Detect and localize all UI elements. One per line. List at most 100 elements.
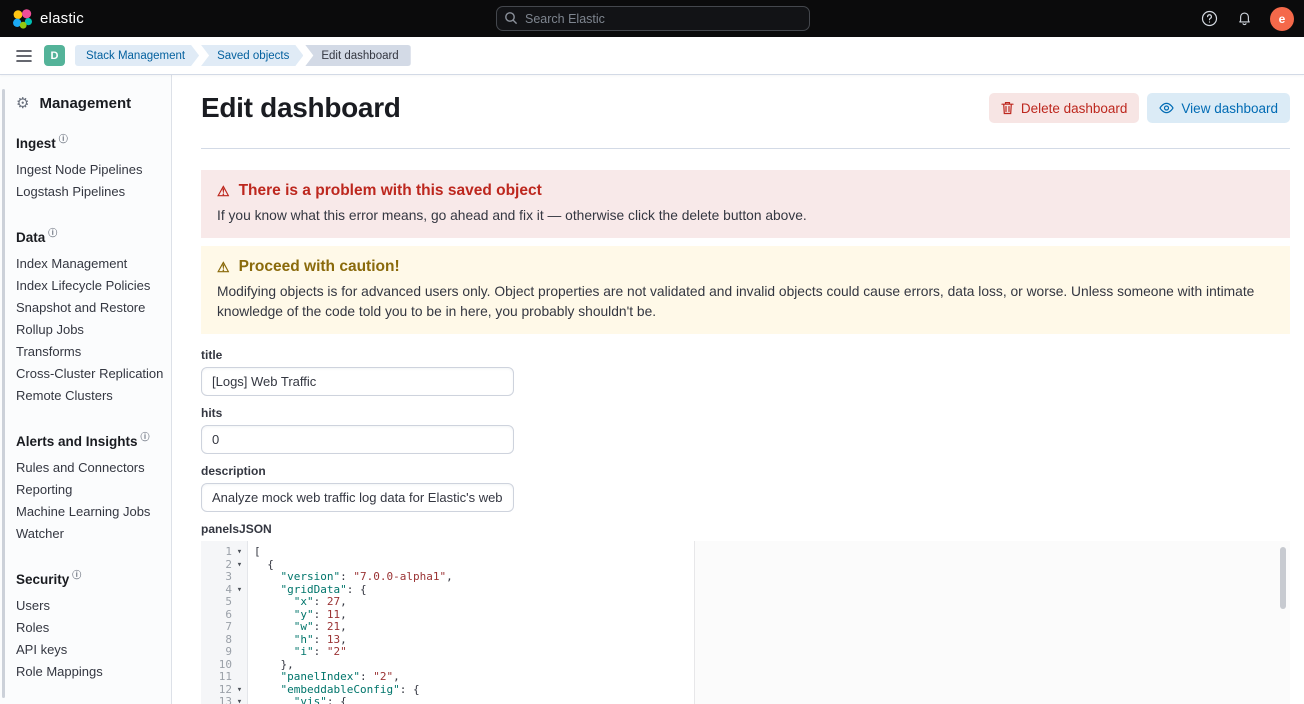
sidebar-item[interactable]: Rules and Connectors [16, 457, 155, 479]
sidebar-item[interactable]: Transforms [16, 341, 155, 363]
code-line: 13▾ "vis": { [201, 696, 1290, 704]
editor-scrollbar[interactable] [1280, 547, 1286, 609]
warning-callout: ⚠ Proceed with caution! Modifying object… [201, 246, 1290, 334]
breadcrumb-saved-objects[interactable]: Saved objects [201, 45, 303, 66]
line-number: 13 [201, 696, 232, 704]
section-info-icon: ⓘ [48, 229, 57, 238]
fold-spacer [232, 646, 247, 659]
sidebar-item[interactable]: Index Management [16, 253, 155, 275]
section-info-icon: ⓘ [72, 571, 81, 580]
code-text[interactable]: "vis": { [248, 696, 347, 704]
line-number: 1 [201, 546, 232, 559]
fold-spacer [232, 671, 247, 684]
sidebar-item[interactable]: Roles [16, 617, 155, 639]
sidebar-item[interactable]: Cross-Cluster Replication [16, 363, 155, 385]
menu-hamburger-icon[interactable] [8, 40, 40, 72]
sidebar-item[interactable]: API keys [16, 639, 155, 661]
search-input[interactable] [496, 6, 810, 31]
sidebar-item[interactable]: Users [16, 595, 155, 617]
code-line: 7 "w": 21, [201, 621, 1290, 634]
sidebar-item[interactable]: Logstash Pipelines [16, 181, 155, 203]
sidebar-scrollbar[interactable] [2, 89, 5, 698]
breadcrumb-edit-dashboard: Edit dashboard [305, 45, 410, 66]
sidebar-section: DataⓘIndex ManagementIndex Lifecycle Pol… [0, 228, 171, 407]
header-actions: e [1034, 7, 1294, 31]
sidebar-item[interactable]: Role Mappings [16, 661, 155, 683]
fold-spacer [232, 634, 247, 647]
code-line: 1▾[ [201, 546, 1290, 559]
section-info-icon: ⓘ [59, 135, 68, 144]
line-number: 7 [201, 621, 232, 634]
gutter-cell: 11 [201, 671, 248, 684]
sidebar-item[interactable]: Watcher [16, 523, 155, 545]
description-input[interactable] [201, 483, 514, 512]
sidebar-section: Securityⓘ UsersRolesAPI keysRole Mappings [0, 570, 171, 683]
trash-icon [1001, 101, 1014, 115]
sidebar-item[interactable]: Rollup Jobs [16, 319, 155, 341]
sidebar-section: Ingestⓘ Ingest Node PipelinesLogstash Pip… [0, 134, 171, 203]
sidebar-title: Management [39, 95, 131, 112]
gutter-cell: 1▾ [201, 546, 248, 559]
sidebar-item[interactable]: Machine Learning Jobs [16, 501, 155, 523]
fold-spacer [232, 596, 247, 609]
description-field-label: description [201, 464, 1290, 478]
sidebar-item[interactable]: Ingest Node Pipelines [16, 159, 155, 181]
field-description: description [201, 464, 1290, 512]
sidebar-section-heading: Securityⓘ [16, 570, 155, 590]
space-avatar[interactable]: D [44, 45, 65, 66]
warning-callout-body: Modifying objects is for advanced users … [217, 282, 1274, 322]
section-info-icon: ⓘ [141, 433, 150, 442]
code-line: 5 "x": 27, [201, 596, 1290, 609]
fold-arrow-icon[interactable]: ▾ [232, 696, 247, 704]
sidebar-item[interactable]: Remote Clusters [16, 385, 155, 407]
line-number: 11 [201, 671, 232, 684]
fold-arrow-icon[interactable]: ▾ [232, 584, 247, 597]
sidebar-section-heading: Alerts and Insightsⓘ [16, 432, 155, 452]
breadcrumb-bar: D Stack Management Saved objects Edit da… [0, 37, 1304, 75]
fold-spacer [232, 659, 247, 672]
editor-lines: 1▾[2▾ {3 "version": "7.0.0-alpha1",4▾ "g… [201, 541, 1290, 704]
breadcrumb-stack-management[interactable]: Stack Management [75, 45, 199, 66]
fold-spacer [232, 621, 247, 634]
brand-name: elastic [40, 10, 84, 27]
json-code-editor[interactable]: 1▾[2▾ {3 "version": "7.0.0-alpha1",4▾ "g… [201, 541, 1290, 704]
fold-spacer [232, 571, 247, 584]
fold-arrow-icon[interactable]: ▾ [232, 559, 247, 572]
view-dashboard-button[interactable]: View dashboard [1147, 93, 1290, 123]
notifications-bell-icon[interactable] [1235, 10, 1253, 28]
sidebar-item[interactable]: Snapshot and Restore [16, 297, 155, 319]
divider [201, 148, 1290, 149]
sidebar-item[interactable]: Index Lifecycle Policies [16, 275, 155, 297]
kibana-app: elastic [0, 0, 1304, 704]
page-header: Edit dashboard Delete dashboard [201, 90, 1290, 126]
code-line: 12▾ "embeddableConfig": { [201, 684, 1290, 697]
line-number: 5 [201, 596, 232, 609]
brand[interactable]: elastic [12, 9, 272, 29]
sidebar-section-heading: Ingestⓘ [16, 134, 155, 154]
eye-icon [1159, 102, 1174, 114]
fold-arrow-icon[interactable]: ▾ [232, 546, 247, 559]
gear-icon: ⚙ [16, 96, 29, 111]
sidebar-sections: Ingestⓘ Ingest Node PipelinesLogstash Pip… [0, 134, 171, 683]
line-number: 3 [201, 571, 232, 584]
error-callout-body: If you know what this error means, go ah… [217, 206, 1274, 226]
code-line: 6 "y": 11, [201, 609, 1290, 622]
help-icon[interactable] [1200, 10, 1218, 28]
title-field-label: title [201, 348, 1290, 362]
delete-dashboard-button[interactable]: Delete dashboard [989, 93, 1140, 123]
fold-spacer [232, 609, 247, 622]
hits-input[interactable] [201, 425, 514, 454]
elastic-logo-icon [12, 9, 32, 29]
user-avatar[interactable]: e [1270, 7, 1294, 31]
gutter-cell: 7 [201, 621, 248, 634]
panelsjson-field-label: panelsJSON [201, 522, 1290, 536]
global-search [496, 6, 810, 31]
sidebar-item[interactable]: Reporting [16, 479, 155, 501]
title-input[interactable] [201, 367, 514, 396]
gutter-cell: 3 [201, 571, 248, 584]
search-icon [504, 11, 518, 25]
gutter-cell: 13▾ [201, 696, 248, 704]
sidebar-header: ⚙ Management [0, 95, 171, 112]
fold-arrow-icon[interactable]: ▾ [232, 684, 247, 697]
alert-icon: ⚠ [217, 184, 230, 198]
